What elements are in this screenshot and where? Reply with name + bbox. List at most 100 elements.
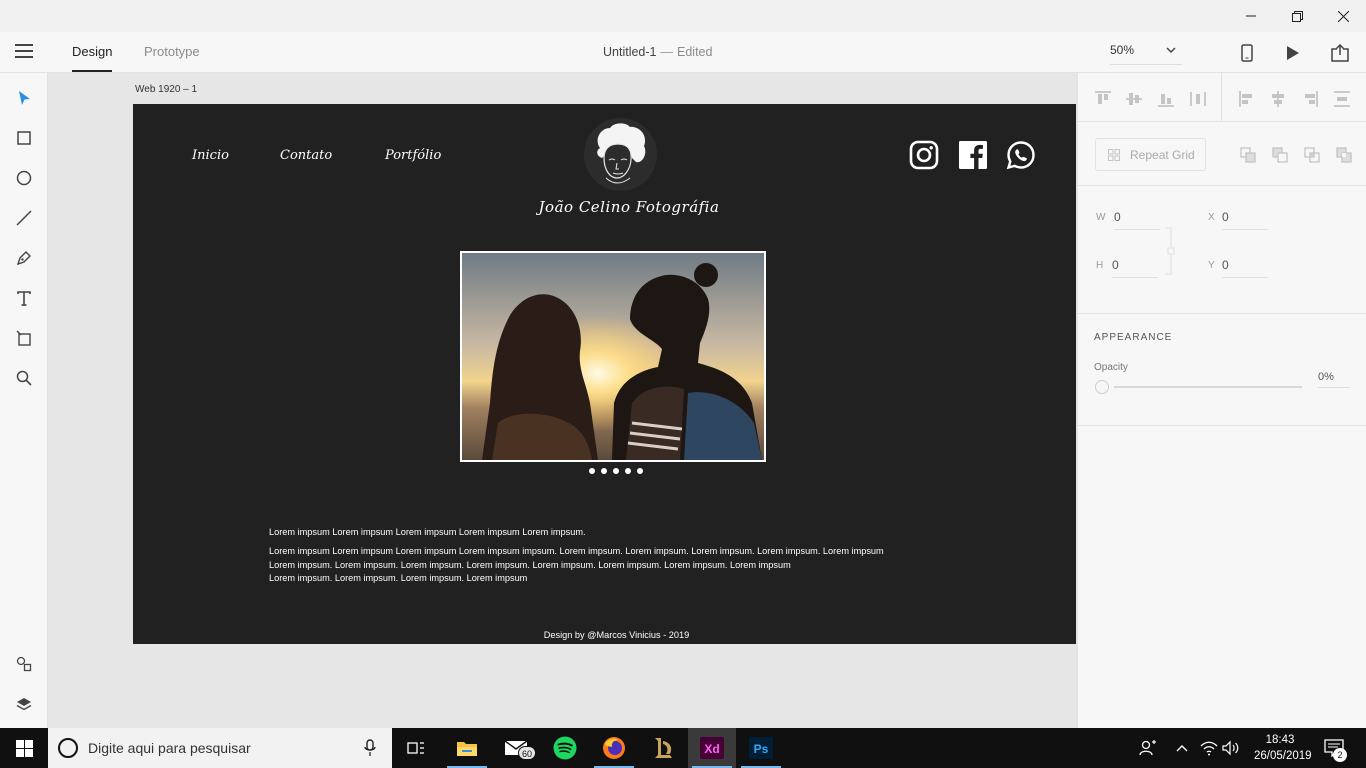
instagram-icon[interactable] xyxy=(909,140,939,170)
zoom-tool[interactable] xyxy=(12,366,36,390)
taskbar-firefox[interactable] xyxy=(590,728,638,768)
show-hidden-icons-button[interactable] xyxy=(1172,728,1192,768)
boolean-subtract-icon[interactable] xyxy=(1272,147,1288,163)
lorem-paragraph-line[interactable]: Lorem impsum Lorem impsum Lorem impsum L… xyxy=(269,545,884,559)
carousel-dot[interactable] xyxy=(625,468,631,474)
whatsapp-icon[interactable] xyxy=(1006,140,1036,170)
x-field[interactable]: 0 xyxy=(1222,210,1268,230)
align-top-icon[interactable] xyxy=(1094,90,1112,108)
tools-panel xyxy=(0,73,48,728)
line-tool[interactable] xyxy=(12,206,36,230)
text-tool[interactable] xyxy=(12,286,36,310)
nav-link-inicio[interactable]: Inicio xyxy=(192,148,229,163)
boolean-add-icon[interactable] xyxy=(1240,147,1256,163)
grid-icon xyxy=(1108,149,1120,161)
magnifier-icon xyxy=(16,370,32,386)
device-preview-button[interactable] xyxy=(1236,42,1258,64)
taskbar-league-of-legends[interactable] xyxy=(639,728,687,768)
share-button[interactable] xyxy=(1329,42,1351,64)
repeat-grid-button[interactable]: Repeat Grid xyxy=(1095,138,1206,171)
logo[interactable] xyxy=(584,118,657,191)
carousel-photo[interactable] xyxy=(460,251,766,462)
microphone-icon[interactable] xyxy=(364,739,376,757)
pen-tool[interactable] xyxy=(12,246,36,270)
play-preview-button[interactable] xyxy=(1282,42,1304,64)
zoom-dropdown[interactable]: 50% xyxy=(1110,43,1182,65)
taskbar-search[interactable]: Digite aqui para pesquisar xyxy=(48,728,392,768)
lorem-heading[interactable]: Lorem impsum Lorem impsum Lorem impsum L… xyxy=(269,526,586,540)
start-button[interactable] xyxy=(0,728,48,768)
nav-link-contato[interactable]: Contato xyxy=(280,148,332,163)
tab-prototype[interactable]: Prototype xyxy=(144,44,200,59)
action-center-button[interactable] xyxy=(1318,728,1350,768)
taskbar-mail[interactable]: 60 xyxy=(492,728,540,768)
site-footer[interactable]: Design by @Marcos Vinicius - 2019 xyxy=(133,630,1078,640)
facebook-icon[interactable] xyxy=(958,140,988,170)
nav-link-portfolio[interactable]: Portfólio xyxy=(385,148,441,163)
line-icon xyxy=(16,210,32,226)
portrait-logo-icon xyxy=(597,123,646,184)
carousel-dot[interactable] xyxy=(601,468,607,474)
carousel-dot[interactable] xyxy=(589,468,595,474)
lorem-paragraph-line[interactable]: Lorem impsum. Lorem impsum. Lorem impsum… xyxy=(269,559,791,573)
ps-label: Ps xyxy=(754,742,769,756)
alignment-section xyxy=(1078,73,1366,122)
task-view-button[interactable] xyxy=(392,728,440,768)
chevron-down-icon xyxy=(1166,47,1176,54)
boolean-intersect-icon[interactable] xyxy=(1304,147,1320,163)
people-button[interactable] xyxy=(1136,728,1160,768)
text-icon xyxy=(17,290,31,306)
align-bottom-icon[interactable] xyxy=(1157,90,1175,108)
app-header: Design Prototype Untitled-1— Edited 50% xyxy=(0,32,1366,73)
league-of-legends-icon xyxy=(655,738,672,758)
opacity-slider-handle[interactable] xyxy=(1095,380,1109,394)
play-icon xyxy=(1287,46,1299,60)
lock-aspect-icon[interactable] xyxy=(1164,227,1176,275)
volume-button[interactable] xyxy=(1220,728,1242,768)
system-clock[interactable]: 18:43 26/05/2019 xyxy=(1254,732,1312,764)
align-left-icon[interactable] xyxy=(1238,90,1256,108)
adobe-xd-icon: Xd xyxy=(700,737,724,759)
y-field[interactable]: 0 xyxy=(1222,258,1268,278)
lorem-paragraph-line[interactable]: Lorem impsum. Lorem impsum. Lorem impsum… xyxy=(269,572,527,586)
rectangle-tool[interactable] xyxy=(12,126,36,150)
opacity-field[interactable]: 0% xyxy=(1318,371,1350,388)
carousel-dots xyxy=(589,468,643,474)
width-field[interactable]: 0 xyxy=(1114,210,1160,230)
spotify-icon xyxy=(553,736,577,760)
carousel-dot[interactable] xyxy=(637,468,643,474)
taskbar-adobe-xd[interactable]: Xd xyxy=(688,728,736,768)
opacity-slider-track[interactable] xyxy=(1114,386,1302,388)
close-button[interactable] xyxy=(1320,0,1366,32)
canvas[interactable]: Web 1920 – 1 Inicio Contato Portfólio Jo… xyxy=(48,73,1078,728)
select-tool[interactable] xyxy=(12,86,36,110)
width-label: W xyxy=(1096,212,1106,223)
taskbar-photoshop[interactable]: Ps xyxy=(737,728,785,768)
taskbar-file-explorer[interactable] xyxy=(443,728,491,768)
assets-panel-button[interactable] xyxy=(12,652,36,676)
taskbar-spotify[interactable] xyxy=(541,728,589,768)
artboard-tool[interactable] xyxy=(12,326,36,350)
wifi-icon xyxy=(1200,741,1218,756)
align-middle-icon[interactable] xyxy=(1125,90,1143,108)
minimize-button[interactable] xyxy=(1228,0,1274,32)
artboard[interactable]: Inicio Contato Portfólio João Celino Fot… xyxy=(133,104,1076,644)
sunset-photo-image xyxy=(462,253,764,460)
artboard-label[interactable]: Web 1920 – 1 xyxy=(135,84,197,95)
brand-name[interactable]: João Celino Fotográfia xyxy=(513,198,745,216)
distribute-vertical-icon[interactable] xyxy=(1333,90,1351,108)
tab-design[interactable]: Design xyxy=(72,44,112,59)
layers-panel-button[interactable] xyxy=(12,692,36,716)
height-field[interactable]: 0 xyxy=(1112,258,1158,278)
align-center-icon[interactable] xyxy=(1269,90,1287,108)
appearance-heading: APPEARANCE xyxy=(1094,332,1173,343)
align-right-icon[interactable] xyxy=(1301,90,1319,108)
carousel-dot[interactable] xyxy=(613,468,619,474)
boolean-exclude-icon[interactable] xyxy=(1336,147,1352,163)
restore-button[interactable] xyxy=(1274,0,1320,32)
distribute-horizontal-icon[interactable] xyxy=(1189,90,1207,108)
hamburger-menu-icon[interactable] xyxy=(15,44,33,60)
chevron-up-icon xyxy=(1176,745,1188,752)
ellipse-tool[interactable] xyxy=(12,166,36,190)
network-button[interactable] xyxy=(1198,728,1220,768)
